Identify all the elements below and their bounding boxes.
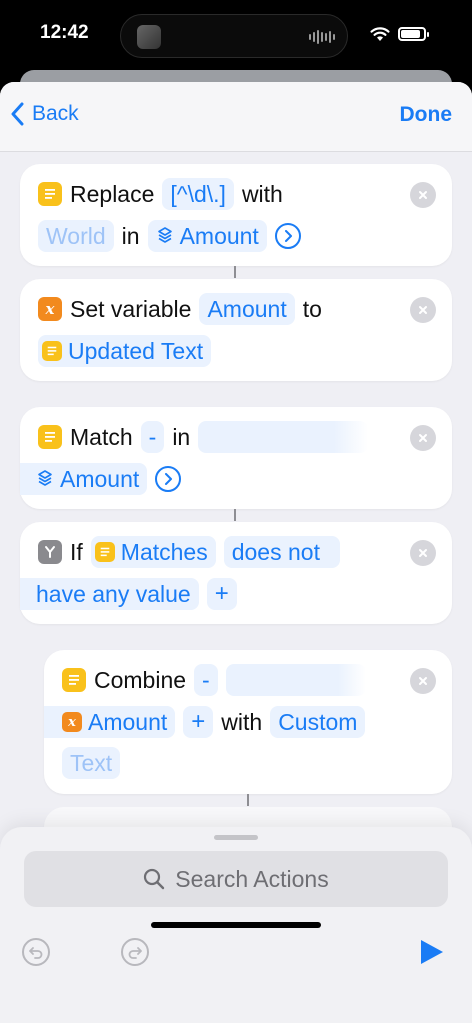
if-input-token[interactable]: Matches (90, 536, 216, 568)
audio-waveform-icon (309, 30, 335, 44)
target-variable-token[interactable]: Amount (20, 463, 148, 495)
if-action[interactable]: If Matches does not have any value + (20, 522, 452, 624)
magic-variable-icon (36, 466, 54, 493)
variable-icon: x (62, 712, 82, 732)
done-button[interactable]: Done (400, 103, 453, 127)
now-playing-artwork (137, 25, 161, 49)
text-icon (94, 542, 115, 562)
replacement-field[interactable]: World (38, 220, 114, 252)
wifi-icon (370, 27, 390, 41)
plus-icon[interactable]: + (183, 706, 214, 738)
custom-separator-line1[interactable]: Custom (270, 706, 366, 738)
action-verb: Set variable (70, 295, 192, 322)
undo-icon[interactable] (22, 938, 50, 966)
condition-field-line1[interactable]: does not (223, 536, 340, 568)
match-input-field[interactable] (198, 421, 369, 453)
set-variable-action[interactable]: x Set variable Amount to Updated Text (20, 279, 452, 381)
variable-icon: x (38, 297, 62, 321)
replace-text-action[interactable]: Replace [^\d\.] with World in Amount (20, 164, 452, 266)
flow-connector (234, 266, 236, 278)
back-label: Back (32, 102, 79, 125)
shortcut-editor-sheet: Back Done Replace [^\d\.] with World in (0, 82, 472, 1023)
text-icon (38, 182, 62, 206)
panel-grabber[interactable] (214, 835, 258, 840)
battery-icon (398, 27, 429, 41)
navigation-bar: Back Done (0, 82, 472, 152)
condition-field-line2[interactable]: have any value (20, 578, 199, 610)
action-verb: Match (70, 423, 133, 450)
play-icon[interactable] (421, 940, 443, 964)
text-icon (38, 425, 62, 449)
custom-separator-line2[interactable]: Text (62, 747, 121, 779)
close-icon[interactable] (410, 668, 436, 694)
combine-list-label: Amount (88, 708, 168, 735)
close-icon[interactable] (410, 182, 436, 208)
target-variable-token[interactable]: Amount (147, 220, 267, 252)
match-pattern-field[interactable]: - (140, 421, 165, 453)
to-label: to (302, 295, 322, 322)
action-verb: If (70, 538, 83, 565)
with-label: with (241, 180, 283, 207)
in-label: in (172, 423, 191, 450)
in-label: in (121, 222, 140, 249)
redo-icon[interactable] (121, 938, 149, 966)
flow-connector (247, 794, 249, 806)
magic-variable-icon (156, 223, 174, 250)
flow-connector (234, 509, 236, 521)
text-icon (42, 341, 62, 361)
match-text-action[interactable]: Match - in Amount (20, 407, 452, 509)
battery-level-fill (401, 30, 420, 38)
find-pattern-field[interactable]: [^\d\.] (162, 178, 234, 210)
target-variable-label: Amount (60, 465, 140, 492)
search-placeholder: Search Actions (175, 865, 329, 892)
action-verb: Combine (94, 666, 187, 693)
home-indicator (151, 922, 321, 928)
value-variable-token[interactable]: Updated Text (38, 335, 212, 367)
close-icon[interactable] (410, 540, 436, 566)
combine-text-action[interactable]: Combine - x Amount + with Custom Text (44, 650, 452, 794)
plus-icon[interactable]: + (206, 578, 237, 610)
value-variable-label: Updated Text (68, 337, 204, 364)
combine-blank-field[interactable] (225, 664, 366, 696)
target-variable-label: Amount (179, 222, 259, 249)
back-button[interactable]: Back (10, 102, 79, 126)
status-bar: 12:42 (0, 0, 472, 70)
chevron-right-circle-icon[interactable] (274, 223, 301, 249)
text-icon (62, 668, 86, 692)
combine-list-token[interactable]: x Amount (44, 706, 176, 738)
close-icon[interactable] (410, 297, 436, 323)
close-icon[interactable] (410, 425, 436, 451)
action-verb: Replace (70, 180, 155, 207)
if-icon (38, 540, 62, 564)
chevron-left-icon (11, 102, 24, 126)
status-time: 12:42 (40, 22, 89, 43)
dynamic-island (120, 14, 348, 58)
search-actions-field[interactable]: Search Actions (24, 851, 448, 907)
chevron-right-circle-icon[interactable] (155, 466, 182, 492)
search-icon (144, 868, 165, 890)
separator-field[interactable]: - (194, 664, 218, 696)
variable-name-field[interactable]: Amount (199, 293, 295, 325)
if-input-label: Matches (120, 538, 208, 565)
with-label: with (221, 708, 263, 735)
